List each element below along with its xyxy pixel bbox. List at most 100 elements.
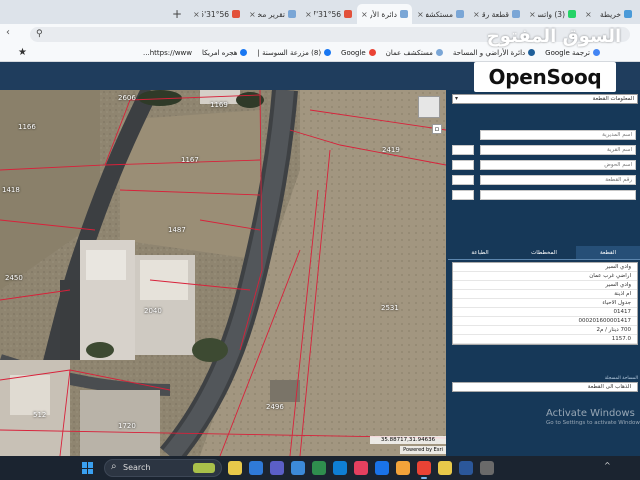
parcel-info-row: 01417 [453, 308, 637, 317]
parcel-info-select-label: المعلومات القطعة [592, 96, 634, 102]
field-action-button[interactable] [452, 175, 474, 185]
taskbar-app-icon[interactable] [354, 461, 368, 475]
tab-favicon-icon [232, 10, 240, 18]
parcel-info-row: 1157.0 [453, 335, 637, 344]
browser-tab-strip: خريطة×(3) واتساب×قطعة رقم×مستكشف×دائرة ا… [0, 0, 640, 24]
tab-favicon-icon [568, 10, 576, 18]
windows-taskbar: ⌕ Search ^ [0, 456, 640, 480]
go-to-parcel-button[interactable]: الذهاب الى القطعة [452, 382, 638, 392]
field-action-button[interactable] [452, 190, 474, 200]
bookmark-item[interactable]: (8) مزرعة السوسنة | [257, 48, 332, 57]
close-icon[interactable]: × [305, 10, 312, 19]
browser-tab[interactable]: 31°56'0.5× [189, 4, 244, 24]
tab-favicon-icon [512, 10, 520, 18]
panel-tab[interactable]: المخططات [512, 246, 576, 260]
parcel-info-select[interactable]: المعلومات القطعة ▾ [452, 94, 638, 104]
browser-tab[interactable]: تقرير مخطط× [245, 4, 300, 24]
taskbar-app-icon[interactable] [249, 461, 263, 475]
parcel-number-label[interactable]: 1169 [210, 101, 228, 109]
parcel-number-label[interactable]: 2531 [381, 304, 399, 312]
taskbar-app-icon[interactable] [291, 461, 305, 475]
parcel-number-label[interactable]: 2606 [118, 94, 136, 102]
taskbar-app-icon[interactable] [438, 461, 452, 475]
taskbar-search-box[interactable]: ⌕ Search [104, 459, 222, 477]
tab-label: دائرة الأراض [369, 9, 397, 19]
field-action-button[interactable] [452, 145, 474, 155]
parcel-number-label[interactable]: 2450 [5, 274, 23, 282]
satellite-map[interactable]: 2606 1169 1166 1167 2419 1418 1487 2450 2040 2531… [0, 90, 446, 456]
parcel-info-row: ام اذينة [453, 290, 637, 299]
map-coordinates-readout: 35.88717,31.94636 [370, 436, 446, 444]
close-icon[interactable]: × [585, 10, 592, 19]
activate-windows-title: Activate Windows [546, 408, 635, 419]
browser-tab[interactable]: قطعة رقم× [469, 4, 524, 24]
browser-tab[interactable]: 31°56'24.7× [301, 4, 356, 24]
browser-tab[interactable]: (3) واتساب× [525, 4, 580, 24]
bookmark-item[interactable]: مستكشف عمان [386, 49, 443, 57]
parcel-info-row: 700 دينار / م2 [453, 326, 637, 335]
activate-windows-subtitle: Go to Settings to activate Windows. [546, 420, 640, 426]
bookmark-star-icon[interactable]: ★ [18, 47, 27, 58]
parcel-number-label[interactable]: 1487 [168, 226, 186, 234]
tab-favicon-icon [400, 10, 408, 18]
activate-windows-overlay: Activate Windows Go to Settings to activ… [546, 408, 640, 427]
tab-favicon-icon [288, 10, 296, 18]
taskbar-app-icon[interactable] [396, 461, 410, 475]
parcel-number-label[interactable]: 2419 [382, 146, 400, 154]
tab-label: 31°56'24.7 [314, 9, 341, 19]
taskbar-app-icon[interactable] [417, 461, 431, 479]
parcel-info-panel: المعلومات القطعة ▾ اسم المديرية اسم القري… [446, 90, 640, 456]
screen: خريطة×(3) واتساب×قطعة رقم×مستكشف×دائرة ا… [0, 0, 640, 480]
browser-tab[interactable]: دائرة الأراض× [357, 4, 412, 24]
bookmark-label: (8) مزرعة السوسنة | [257, 48, 322, 57]
taskbar-app-icon[interactable] [480, 461, 494, 475]
parcel-number-label[interactable]: 2496 [266, 403, 284, 411]
parcel-number-label[interactable]: 2040 [144, 307, 162, 315]
map-overview-thumbnail[interactable] [418, 96, 440, 118]
panel-tab[interactable]: الطباعة [448, 246, 512, 260]
parcel-number-label[interactable]: 1418 [2, 186, 20, 194]
parcel-number-label[interactable]: 512 [33, 411, 46, 419]
search-field[interactable] [480, 190, 636, 200]
taskbar-app-icon[interactable] [312, 461, 326, 475]
taskbar-app-icon[interactable] [459, 461, 473, 475]
bookmark-item[interactable]: هجره امريكا [202, 49, 248, 57]
taskbar-app-icon[interactable] [333, 461, 347, 475]
parcel-info-row: 000201600001417 [453, 317, 637, 326]
close-icon[interactable]: × [249, 10, 256, 19]
bookmark-partial-url[interactable]: https://www... [143, 49, 192, 57]
parcel-number-label[interactable]: 1720 [118, 422, 136, 430]
tray-overflow-icon[interactable]: ^ [604, 461, 611, 470]
browser-tab[interactable]: مستكشف× [413, 4, 468, 24]
close-icon[interactable]: × [193, 10, 200, 19]
search-icon: ⚲ [36, 29, 43, 39]
map-extent-button[interactable]: ▫ [432, 124, 442, 134]
taskbar-app-icon[interactable] [228, 461, 242, 475]
browser-tab[interactable]: خريطة × [581, 4, 636, 24]
taskbar-app-icon[interactable] [375, 461, 389, 475]
bookmark-item[interactable]: Google [341, 49, 376, 57]
search-field[interactable]: اسم الحوض [480, 160, 636, 170]
new-tab-button[interactable]: + [172, 4, 182, 24]
back-icon[interactable]: ‹ [6, 27, 10, 38]
windows-start-icon[interactable] [82, 462, 94, 474]
close-icon[interactable]: × [361, 10, 368, 19]
search-field[interactable]: اسم القرية [480, 145, 636, 155]
search-field[interactable]: رقم القطعة [480, 175, 636, 185]
close-icon[interactable]: × [473, 10, 480, 19]
bookmark-favicon-icon [368, 49, 376, 56]
taskbar-app-icon[interactable] [270, 461, 284, 475]
parcel-info-row: وادي السير [453, 263, 637, 272]
close-icon[interactable]: × [417, 10, 424, 19]
bookmark-favicon-icon [240, 49, 248, 56]
watermark-arabic-text: السوق المفتوح [486, 26, 622, 47]
parcel-number-label[interactable]: 1167 [181, 156, 199, 164]
bookmark-favicon-icon [324, 49, 332, 56]
panel-tab[interactable]: القطعة [576, 246, 640, 260]
close-icon[interactable]: × [529, 10, 536, 19]
parcel-number-label[interactable]: 1166 [18, 123, 36, 131]
search-field[interactable]: اسم المديرية [480, 130, 636, 140]
search-icon: ⌕ [111, 461, 117, 472]
map-attribution: Powered by Esri [400, 446, 446, 454]
field-action-button[interactable] [452, 160, 474, 170]
